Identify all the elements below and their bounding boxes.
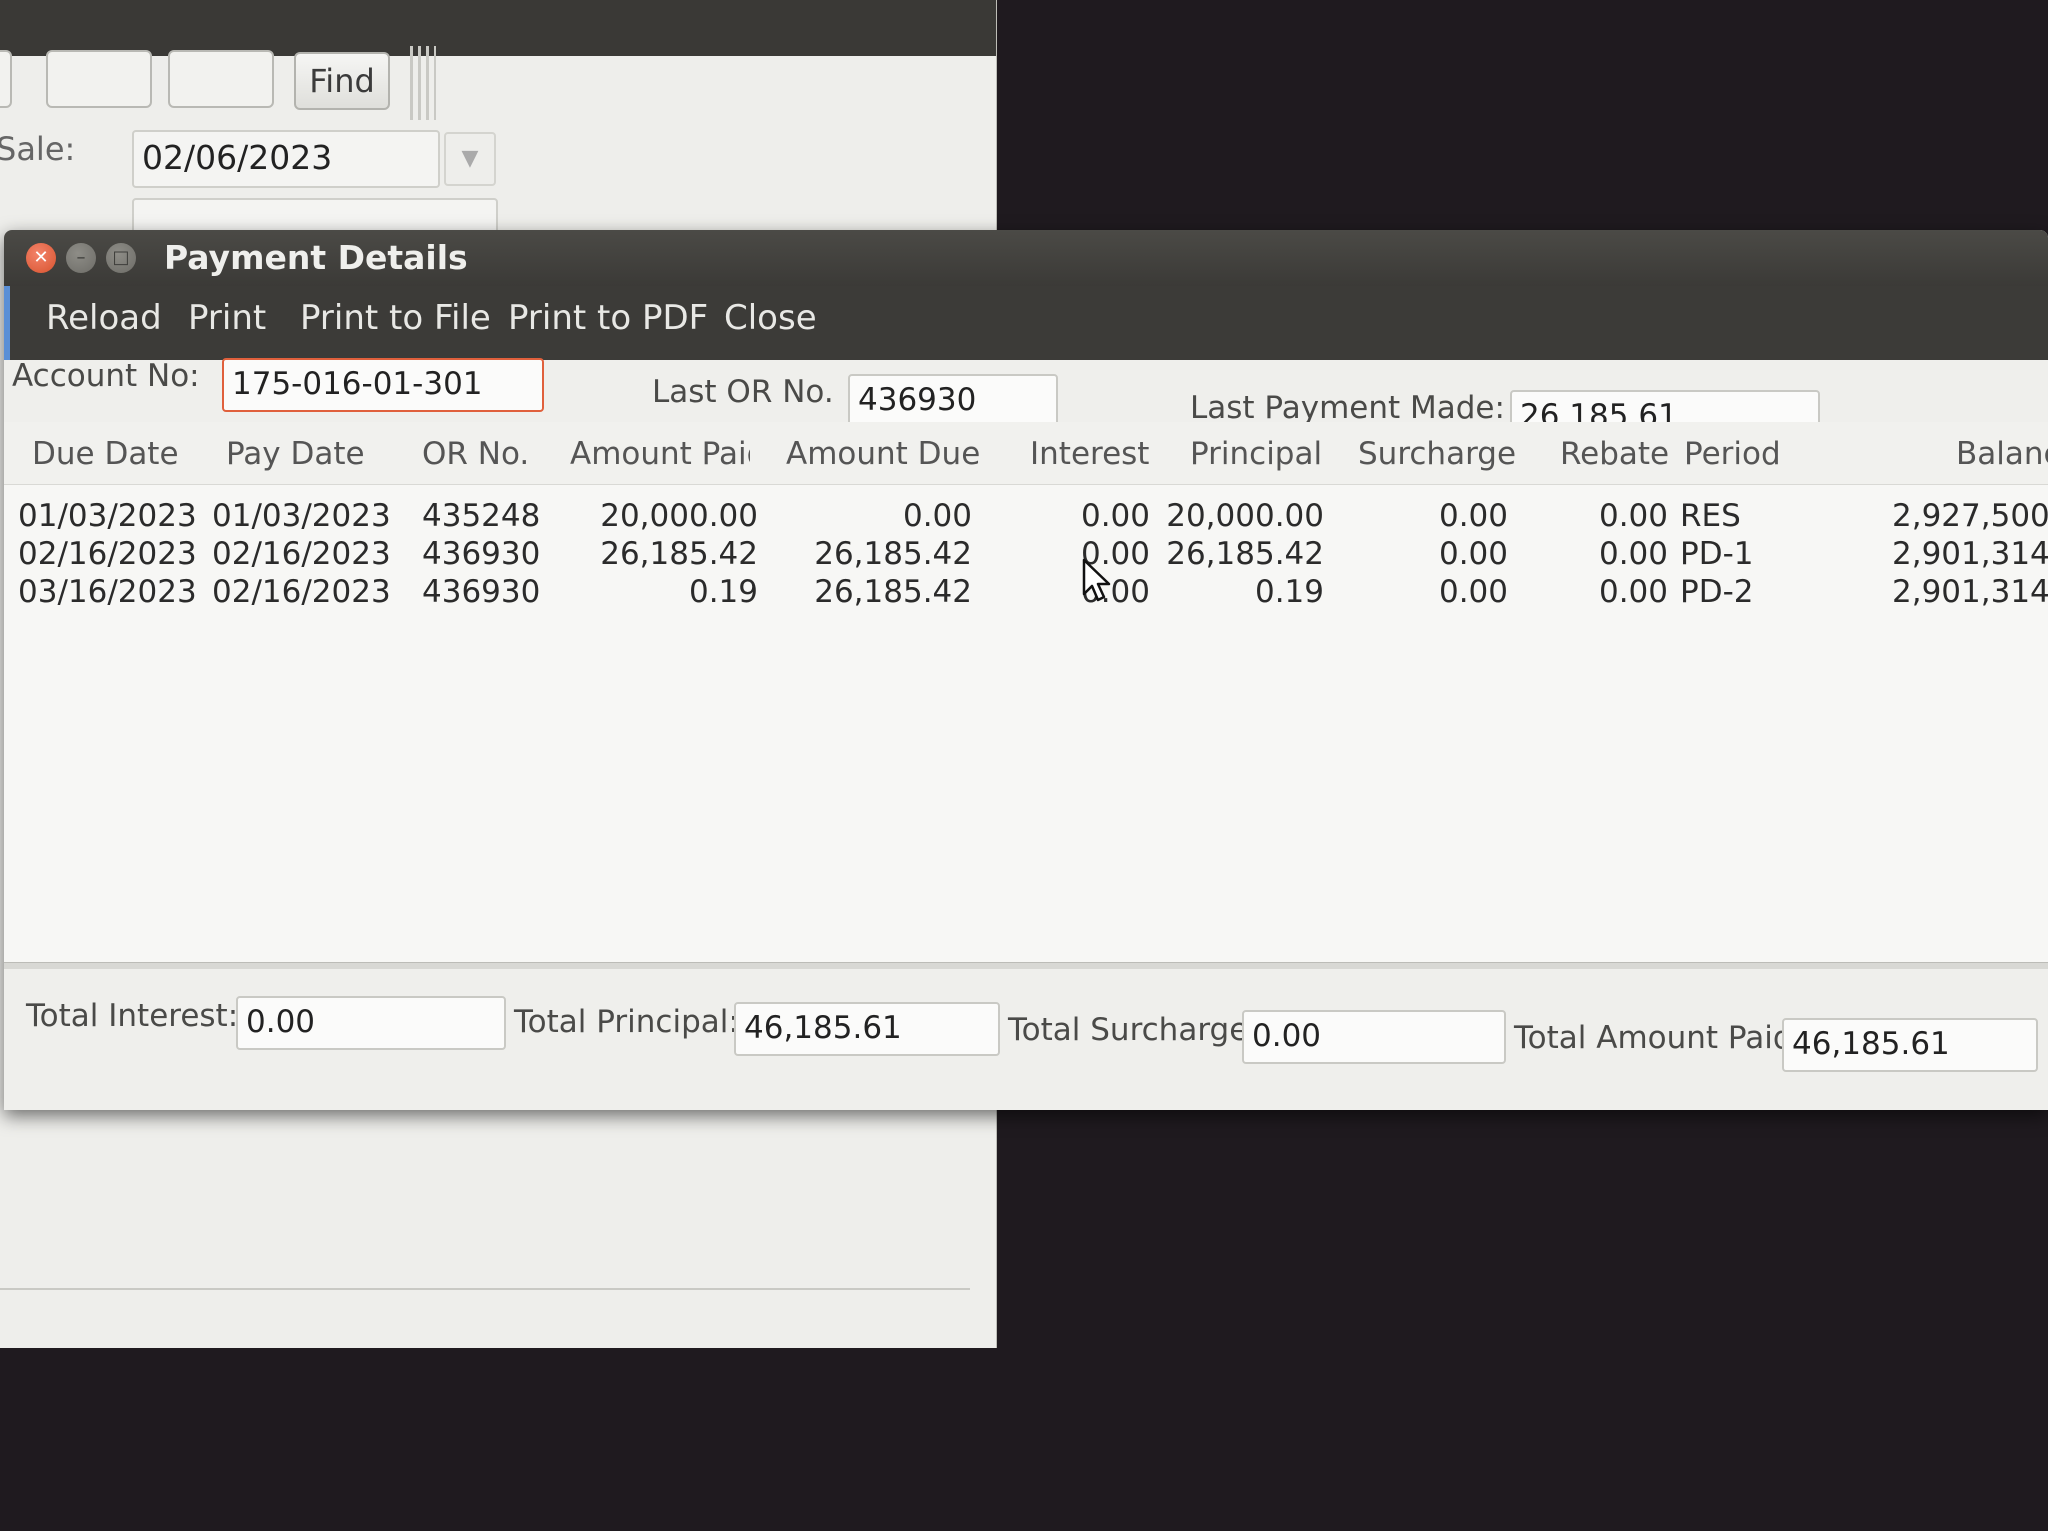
account-no-label: Account No:	[12, 358, 200, 394]
period-cell: PD-2	[1680, 574, 1754, 610]
pay-date-cell: 02/16/2023	[212, 574, 391, 610]
last-or-label: Last OR No.	[652, 374, 834, 410]
column-header[interactable]: Amount Paid	[570, 436, 750, 472]
menu-bar: Reload Print Print to File Print to PDF …	[4, 286, 2048, 360]
column-header[interactable]: OR No.	[422, 436, 529, 472]
total-surcharge-label: Total Surcharge:	[1008, 1012, 1259, 1048]
background-input-2[interactable]	[168, 50, 274, 108]
or-no-cell: 435248	[422, 498, 541, 534]
rebate-cell: 0.00	[1598, 574, 1668, 610]
table-row[interactable]: 03/16/2023 02/16/2023 436930 0.19 26,185…	[4, 574, 2048, 612]
column-header[interactable]: Balance	[1956, 436, 2048, 472]
column-header[interactable]: Surcharge	[1358, 436, 1516, 472]
find-button[interactable]: Find	[294, 52, 390, 110]
due-date-cell: 02/16/2023	[18, 536, 197, 572]
close-icon[interactable]: ✕	[26, 243, 56, 273]
amount-due-cell: 26,185.42	[814, 574, 972, 610]
period-cell: RES	[1680, 498, 1741, 534]
column-header[interactable]: Amount Due	[786, 436, 980, 472]
column-header[interactable]: Pay Date	[226, 436, 365, 472]
print-to-file-button[interactable]: Print to File	[300, 298, 491, 338]
total-amount-paid-field[interactable]: 46,185.61	[1782, 1018, 2038, 1072]
print-to-pdf-button[interactable]: Print to PDF	[508, 298, 708, 338]
surcharge-cell: 0.00	[1438, 498, 1508, 534]
background-divider	[0, 1288, 970, 1290]
column-header[interactable]: Due Date	[32, 436, 179, 472]
sale-date-label: Sale:	[0, 130, 76, 168]
or-no-cell: 436930	[422, 536, 541, 572]
table-row[interactable]: 02/16/2023 02/16/2023 436930 26,185.42 2…	[4, 536, 2048, 574]
due-date-cell: 03/16/2023	[18, 574, 197, 610]
account-no-field[interactable]: 175-016-01-301	[222, 358, 544, 412]
total-principal-label: Total Principal:	[514, 1004, 739, 1040]
balance-cell: 2,901,314.39	[1892, 574, 2048, 610]
toolbar-grip	[410, 46, 436, 120]
total-surcharge-field[interactable]: 0.00	[1242, 1010, 1506, 1064]
total-principal-field[interactable]: 46,185.61	[734, 1002, 1000, 1056]
principal-cell: 26,185.42	[1166, 536, 1324, 572]
pay-date-cell: 01/03/2023	[212, 498, 391, 534]
maximize-icon[interactable]: □	[106, 243, 136, 273]
interest-cell: 0.00	[1080, 498, 1150, 534]
amount-paid-cell: 0.19	[688, 574, 758, 610]
amount-due-cell: 0.00	[902, 498, 972, 534]
period-cell: PD-1	[1680, 536, 1754, 572]
column-header[interactable]: Interest	[1030, 436, 1149, 472]
background-input-0[interactable]	[0, 50, 12, 108]
due-date-cell: 01/03/2023	[18, 498, 197, 534]
principal-cell: 0.19	[1254, 574, 1324, 610]
sale-date-field[interactable]: 02/06/2023	[132, 130, 440, 188]
table-header: Due Date Pay Date OR No. Amount Paid Amo…	[4, 422, 2048, 485]
print-button[interactable]: Print	[188, 298, 266, 338]
minimize-icon[interactable]: –	[66, 243, 96, 273]
dialog-titlebar[interactable]: ✕ – □ Payment Details	[4, 230, 2048, 286]
column-header[interactable]: Principal	[1190, 436, 1322, 472]
rebate-cell: 0.00	[1598, 536, 1668, 572]
total-amount-paid-label: Total Amount Paid:	[1514, 1020, 1803, 1056]
mouse-pointer-icon	[1082, 558, 1111, 602]
principal-cell: 20,000.00	[1166, 498, 1324, 534]
column-header[interactable]: Period	[1684, 436, 1781, 472]
pane-divider[interactable]	[4, 962, 2048, 969]
pay-date-cell: 02/16/2023	[212, 536, 391, 572]
reload-button[interactable]: Reload	[46, 298, 162, 338]
balance-cell: 2,927,500.00	[1892, 498, 2048, 534]
amount-paid-cell: 20,000.00	[600, 498, 758, 534]
surcharge-cell: 0.00	[1438, 574, 1508, 610]
amount-paid-cell: 26,185.42	[600, 536, 758, 572]
background-input-1[interactable]	[46, 50, 152, 108]
table-row[interactable]: 01/03/2023 01/03/2023 435248 20,000.00 0…	[4, 498, 2048, 536]
rebate-cell: 0.00	[1598, 498, 1668, 534]
last-payment-label: Last Payment Made:	[1190, 390, 1505, 426]
total-interest-label: Total Interest:	[26, 998, 239, 1034]
column-header[interactable]: Rebate	[1560, 436, 1669, 472]
or-no-cell: 436930	[422, 574, 541, 610]
close-button[interactable]: Close	[724, 298, 817, 338]
payment-details-dialog: ✕ – □ Payment Details Reload Print Print…	[4, 230, 2048, 1110]
payments-table: Due Date Pay Date OR No. Amount Paid Amo…	[4, 422, 2048, 962]
background-titlebar	[0, 0, 996, 56]
chevron-down-icon[interactable]: ▼	[444, 132, 496, 186]
total-interest-field[interactable]: 0.00	[236, 996, 506, 1050]
amount-due-cell: 26,185.42	[814, 536, 972, 572]
dialog-title: Payment Details	[164, 238, 468, 277]
balance-cell: 2,901,314.58	[1892, 536, 2048, 572]
last-or-field[interactable]: 436930	[848, 374, 1058, 428]
surcharge-cell: 0.00	[1438, 536, 1508, 572]
